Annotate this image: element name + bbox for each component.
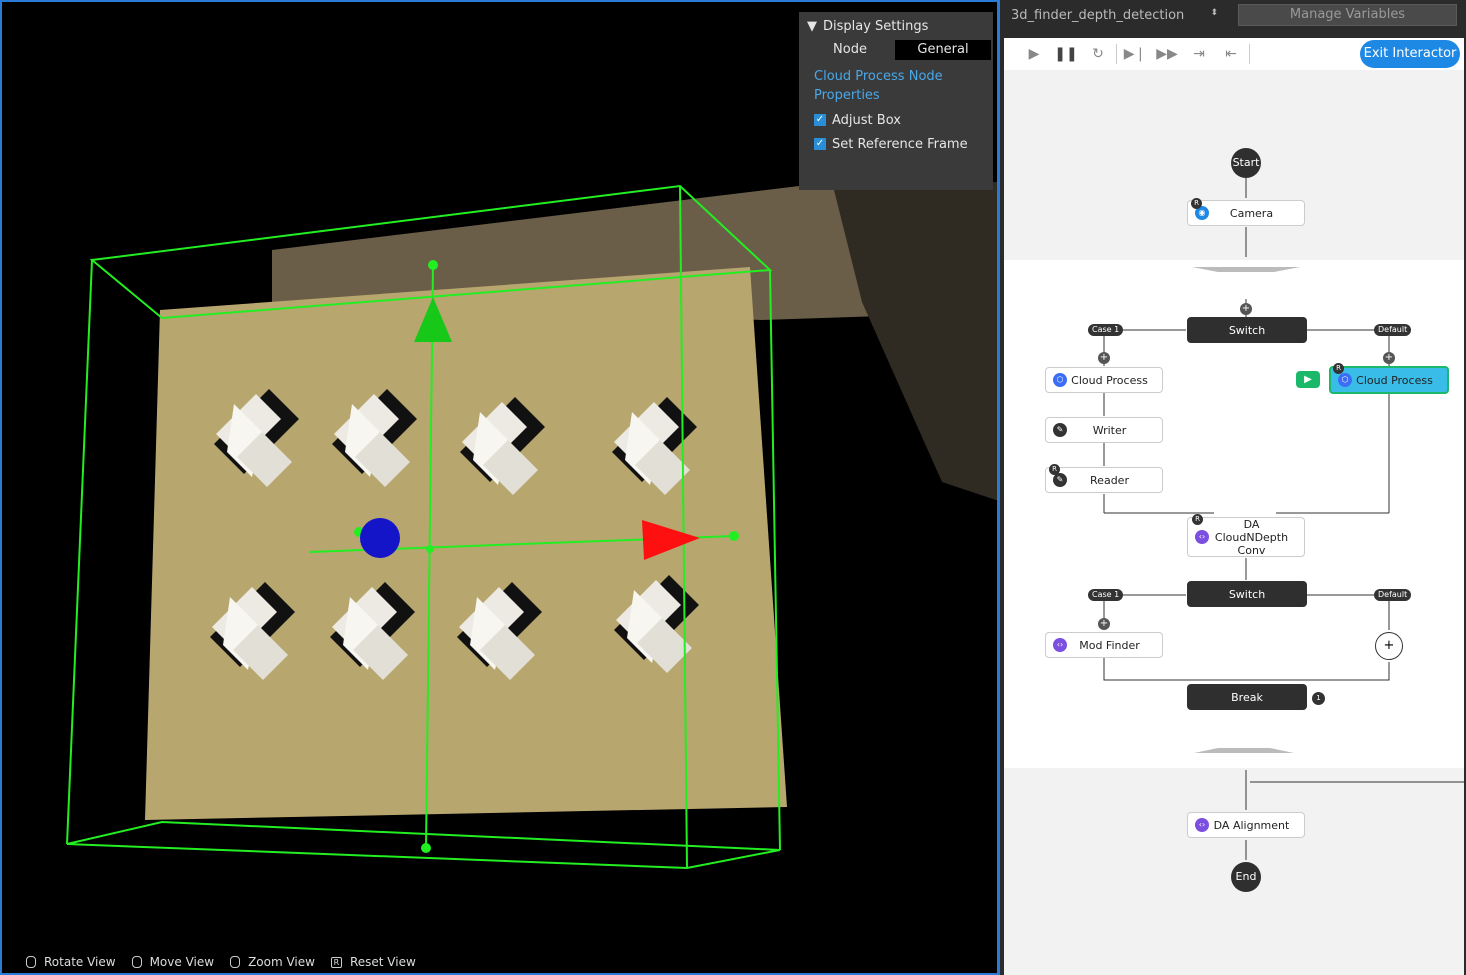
cloud-process-node-selected[interactable]: ⬡ Cloud Process	[1329, 366, 1449, 394]
start-node[interactable]: Start	[1231, 148, 1261, 178]
tab-general[interactable]: General	[895, 40, 991, 60]
r-badge: R	[1192, 514, 1203, 525]
hint-label: Rotate View	[44, 955, 116, 969]
flow-canvas[interactable]: Start ◉ Camera R + Switch Case 1 Default…	[1004, 70, 1464, 975]
node-label: Break	[1231, 690, 1263, 704]
checkbox-label: Set Reference Frame	[832, 136, 968, 152]
break-node[interactable]: Break	[1187, 684, 1307, 710]
r-key-icon: R	[330, 956, 342, 968]
mod-finder-node[interactable]: ‹› Mod Finder	[1045, 632, 1163, 658]
cloud-process-icon: ⬡	[1338, 373, 1352, 387]
project-name: 3d_finder_depth_detection	[1011, 7, 1185, 23]
view-hints-bar: Rotate View Move View Zoom View R Reset V…	[26, 955, 432, 969]
node-label: Camera	[1229, 206, 1274, 220]
writer-node[interactable]: ✎ Writer	[1045, 417, 1163, 443]
play-icon[interactable]: ▶	[1018, 46, 1050, 62]
y-handle	[428, 260, 438, 270]
camera-node[interactable]: ◉ Camera	[1187, 200, 1305, 226]
add-node-button[interactable]: +	[1098, 618, 1110, 630]
da-script-icon: ‹›	[1195, 818, 1209, 832]
switch-node-1[interactable]: Switch	[1187, 317, 1307, 343]
fast-forward-icon[interactable]: ▶▶	[1151, 46, 1183, 62]
add-node-button[interactable]: +	[1383, 352, 1395, 364]
mod-finder-icon: ‹›	[1053, 638, 1067, 652]
properties-title: Cloud Process Node Properties	[814, 69, 943, 103]
node-label: Reader	[1090, 473, 1129, 487]
cardboard-sheet	[145, 267, 787, 820]
cloud-process-icon: ⬡	[1053, 373, 1067, 387]
project-select[interactable]: 3d_finder_depth_detection ⬍	[1000, 8, 1228, 23]
cloud-process-node-left[interactable]: ⬡ Cloud Process	[1045, 367, 1163, 393]
y-handle-bottom	[421, 843, 431, 853]
reader-icon: ✎	[1053, 473, 1067, 487]
background-clutter	[832, 182, 997, 501]
r-badge: R	[1049, 464, 1060, 475]
hint-label: Zoom View	[248, 955, 315, 969]
default-badge[interactable]: Default	[1374, 589, 1412, 601]
hint-zoom: Zoom View	[230, 955, 315, 969]
checkbox-label: Adjust Box	[832, 112, 901, 128]
manage-variables-button[interactable]: Manage Variables	[1238, 4, 1457, 26]
da-script-icon: ‹›	[1195, 530, 1209, 544]
node-label: DA Alignment	[1213, 818, 1290, 832]
run-indicator-icon: ▶	[1296, 371, 1320, 388]
mouse-right-icon	[131, 956, 142, 968]
end-node[interactable]: End	[1231, 862, 1261, 892]
display-settings-title: Display Settings	[823, 18, 929, 34]
node-label: Writer	[1092, 423, 1127, 437]
node-label: Switch	[1228, 587, 1266, 601]
hint-move: Move View	[131, 955, 215, 969]
add-default-node-button[interactable]: +	[1375, 632, 1403, 660]
step-into-icon[interactable]: ⇥	[1183, 46, 1215, 62]
display-settings-panel: ▼ Display Settings Node General Cloud Pr…	[799, 12, 993, 190]
rotation-sphere	[360, 518, 400, 558]
restart-icon[interactable]: ↻	[1082, 46, 1114, 62]
hint-label: Reset View	[349, 955, 416, 969]
flow-panel: 3d_finder_depth_detection ⬍ Manage Varia…	[1000, 0, 1466, 975]
hint-reset: R Reset View	[330, 955, 416, 969]
writer-icon: ✎	[1053, 423, 1067, 437]
pause-icon[interactable]: ❚❚	[1050, 46, 1082, 62]
add-node-button[interactable]: +	[1240, 303, 1252, 315]
mouse-left-icon	[26, 956, 36, 968]
case-badge[interactable]: Case 1	[1088, 324, 1124, 336]
hint-rotate: Rotate View	[26, 955, 116, 969]
step-out-icon[interactable]: ⇤	[1215, 46, 1247, 62]
hint-label: Move View	[149, 955, 215, 969]
switch-node-2[interactable]: Switch	[1187, 581, 1307, 607]
select-arrows-icon: ⬍	[1210, 7, 1218, 18]
r-badge: R	[1191, 198, 1202, 209]
node-label: DA CloudNDepth Conv	[1214, 517, 1289, 557]
adjust-box-checkbox[interactable]: ✓ Adjust Box	[814, 111, 993, 129]
reader-node[interactable]: ✎ Reader	[1045, 467, 1163, 493]
da-alignment-node[interactable]: ‹› DA Alignment	[1187, 812, 1305, 838]
node-label: Cloud Process	[1356, 373, 1433, 387]
gizmo-center	[426, 545, 434, 553]
default-badge[interactable]: Default	[1374, 324, 1412, 336]
checkbox-checked-icon[interactable]: ✓	[814, 138, 826, 150]
step-icon[interactable]: ▶❘	[1119, 46, 1151, 62]
tab-node[interactable]: Node	[805, 40, 895, 60]
add-node-button[interactable]: +	[1098, 352, 1110, 364]
x-handle	[729, 531, 739, 541]
case-badge[interactable]: Case 1	[1088, 589, 1124, 601]
break-count-badge: 1	[1312, 692, 1325, 705]
exit-interactor-button[interactable]: Exit Interactor	[1360, 40, 1460, 68]
mouse-wheel-icon	[230, 956, 241, 968]
3d-viewport[interactable]: ▼ Display Settings Node General Cloud Pr…	[0, 0, 1000, 975]
collapse-triangle-icon[interactable]: ▼	[807, 19, 817, 34]
run-toolbar: ▶ ❚❚ ↻ ▶❘ ▶▶ ⇥ ⇤ Exit Interactor	[1004, 38, 1464, 70]
set-reference-frame-checkbox[interactable]: ✓ Set Reference Frame	[814, 135, 993, 153]
node-label: Cloud Process	[1071, 373, 1148, 387]
r-badge: R	[1333, 363, 1344, 374]
da-cloudndepth-conv-node[interactable]: ‹› DA CloudNDepth Conv	[1187, 517, 1305, 557]
node-label: Switch	[1228, 323, 1266, 337]
node-label: Mod Finder	[1079, 638, 1140, 652]
checkbox-checked-icon[interactable]: ✓	[814, 114, 826, 126]
display-settings-header[interactable]: ▼ Display Settings	[799, 12, 993, 40]
